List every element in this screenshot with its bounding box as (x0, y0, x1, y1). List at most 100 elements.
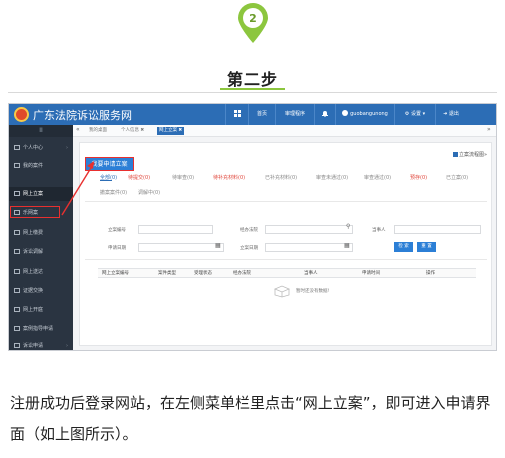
instruction-caption: 注册成功后登录网站，在左侧菜单栏里点击“网上立案”，即可进入申请界面（如上图所示… (10, 394, 491, 443)
case-no-label: 立案编号 (108, 228, 126, 233)
nav-procedure-link[interactable]: 审理程序 (276, 104, 314, 125)
document-icon (14, 343, 20, 348)
chevron-right-icon: › (66, 145, 68, 151)
tab-personal-info[interactable]: 个人信息 ✖ (119, 127, 146, 135)
edit-icon (14, 191, 20, 196)
status-tab-pending-review[interactable]: 待审查(0) (172, 174, 194, 181)
user-icon (14, 145, 20, 150)
filing-date-input[interactable] (265, 243, 353, 252)
sidebar-item-label: 案例指导申请 (23, 326, 54, 332)
sidebar-item-label: 网上缴费 (23, 230, 44, 236)
status-tab-mediating[interactable]: 调解中(0) (138, 189, 160, 196)
divider (85, 259, 487, 260)
logout-label: 退出 (448, 111, 459, 117)
sidebar-item-guidance-request[interactable]: 案例指导申请 (9, 322, 73, 336)
logout-link[interactable]: ➜ 退出 (436, 104, 466, 125)
status-tab-needs-materials[interactable]: 待补充材料(0) (213, 174, 245, 181)
sidebar-item-online-delivery[interactable]: 网上送达 (9, 265, 73, 279)
status-tab-materials-added[interactable]: 已补充材料(0) (265, 174, 297, 181)
status-tab-prestore[interactable]: 预存(0) (410, 174, 427, 181)
sidebar-item-evidence-exchange[interactable]: 证据交换 (9, 284, 73, 298)
user-menu[interactable]: guobangunong (336, 104, 394, 125)
sidebar-item-label: 诉讼调解 (23, 249, 44, 255)
bell-icon[interactable] (315, 104, 335, 125)
folder-icon (14, 163, 20, 168)
column-header[interactable]: 受理状态 (194, 269, 212, 278)
gavel-icon (14, 307, 20, 312)
step-title: 第二步 (226, 70, 278, 89)
sidebar-item-label: 我的案件 (23, 163, 44, 169)
settings-menu[interactable]: ⚙ 设置 ▾ (395, 104, 435, 125)
tab-scroll-right-icon[interactable]: » (487, 126, 491, 133)
grid-icon[interactable] (226, 104, 248, 125)
payment-icon (14, 230, 20, 235)
nav-home-link[interactable]: 首页 (249, 104, 275, 125)
active-tab-indicator (100, 180, 112, 181)
column-header[interactable]: 网上立案编号 (102, 269, 129, 278)
tab-scroll-left-icon[interactable]: « (76, 126, 80, 133)
filing-panel: 我要申请立案 立案流程图» 全部(0) 待提交(0) 待审查(0) 待补充材料(… (79, 142, 492, 346)
reset-button[interactable]: 重 置 (417, 242, 436, 252)
tab-desktop[interactable]: 我的桌面 (87, 127, 109, 135)
column-header[interactable]: 操作 (426, 269, 435, 278)
sidebar-collapse-toggle[interactable]: II (9, 125, 73, 137)
portal-screenshot: 广东法院诉讼服务网 首页 审理程序 guobangunong ⚙ 设置 ▾ ➜ … (8, 103, 497, 351)
sidebar-item-litigation-request[interactable]: 诉讼申请 › (9, 339, 73, 350)
filing-flowchart-label: 立案流程图» (458, 152, 487, 158)
column-header[interactable]: 案件类型 (158, 269, 176, 278)
sidebar-item-label: 网上开庭 (23, 307, 44, 313)
step-title-underline (220, 88, 285, 90)
send-icon (14, 269, 20, 274)
tab-online-filing[interactable]: 网上立案 ✖ (157, 127, 185, 135)
filing-date-label: 立案日期 (240, 246, 258, 251)
empty-box-icon (273, 285, 291, 298)
user-icon (342, 110, 349, 116)
app-title: 广东法院诉讼服务网 (33, 109, 132, 122)
sidebar-item-mediation[interactable]: 诉讼调解 (9, 245, 73, 259)
sidebar-item-personal-center[interactable]: 个人中心 › (9, 141, 73, 155)
sidebar-item-online-payment[interactable]: 网上缴费 (9, 226, 73, 240)
highlight-box (10, 206, 60, 218)
divider (85, 201, 487, 202)
svg-text:2: 2 (249, 12, 257, 25)
step-number-pin: 2 (238, 3, 268, 43)
calendar-icon[interactable]: ▦ (215, 242, 221, 249)
sidebar-item-label: 个人中心 (23, 145, 44, 151)
status-tab-withdrawn[interactable]: 撤案案件(0) (100, 189, 127, 196)
chevron-right-icon: › (66, 343, 68, 349)
filing-flowchart-link[interactable]: 立案流程图» (452, 151, 487, 158)
table-header: 网上立案编号 案件类型 受理状态 经办法院 当事人 申请时间 操作 (98, 268, 476, 278)
empty-state-text: 暂时还没有数据! (296, 289, 330, 294)
document-icon (14, 326, 20, 331)
sidebar-item-label: 证据交换 (23, 288, 44, 294)
exchange-icon (14, 288, 20, 293)
username: guobangunong (350, 111, 388, 117)
column-header[interactable]: 当事人 (304, 269, 318, 278)
search-icon[interactable]: ⚲ (346, 223, 350, 230)
chart-icon (452, 152, 458, 157)
sidebar-item-label: 网上立案 (23, 191, 44, 197)
case-no-input[interactable] (138, 225, 213, 234)
annotation-arrow (61, 161, 95, 216)
apply-date-label: 申请日期 (108, 246, 126, 251)
top-navigation-bar: 广东法院诉讼服务网 首页 审理程序 guobangunong ⚙ 设置 ▾ ➜ … (9, 104, 496, 125)
settings-label: 设置 ▾ (410, 111, 426, 117)
sidebar-item-label: 网上送达 (23, 269, 44, 275)
court-label: 经办法院 (240, 228, 258, 233)
sidebar-item-label: 诉讼申请 (23, 343, 44, 349)
search-button[interactable]: 检 索 (394, 242, 413, 252)
status-tab-review-passed[interactable]: 审查通过(0) (364, 174, 391, 181)
tab-bar: « 我的桌面 个人信息 ✖ 网上立案 ✖ » (73, 125, 496, 137)
column-header[interactable]: 申请时间 (362, 269, 380, 278)
party-label: 当事人 (372, 228, 386, 233)
party-input[interactable] (394, 225, 481, 234)
status-tab-review-failed[interactable]: 审查未通过(0) (316, 174, 348, 181)
status-tab-pending-submit[interactable]: 待提交(0) (128, 174, 150, 181)
calendar-icon[interactable]: ▦ (344, 242, 350, 249)
column-header[interactable]: 经办法院 (233, 269, 251, 278)
status-tab-filed[interactable]: 已立案(0) (446, 174, 468, 181)
court-input[interactable] (265, 225, 353, 234)
court-emblem-icon (14, 107, 29, 122)
sidebar-item-online-hearing[interactable]: 网上开庭 (9, 303, 73, 317)
apply-date-input[interactable] (138, 243, 224, 252)
